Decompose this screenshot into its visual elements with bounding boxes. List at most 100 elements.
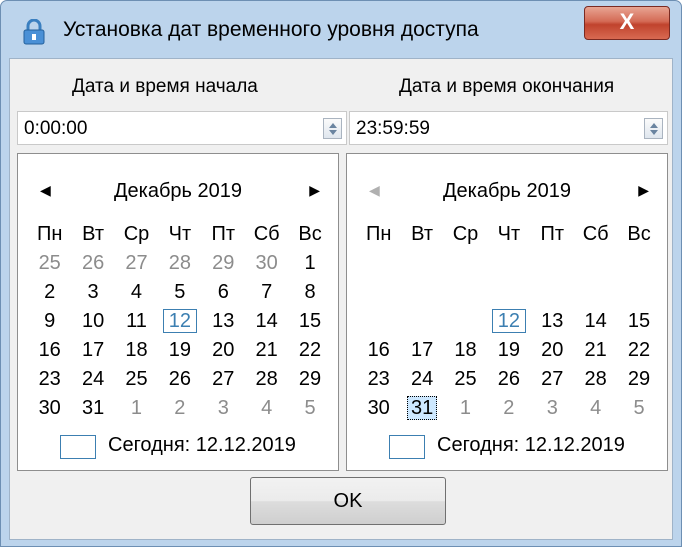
- weekday-label: Чт: [168, 223, 192, 245]
- day-cell[interactable]: 16: [28, 336, 71, 365]
- day-cell[interactable]: 17: [400, 336, 443, 365]
- day-cell[interactable]: 27: [531, 365, 574, 394]
- day-cell[interactable]: 11: [115, 307, 158, 336]
- start-time-spinner[interactable]: [323, 118, 342, 139]
- end-today-text[interactable]: Сегодня: 12.12.2019: [437, 434, 625, 457]
- day-cell[interactable]: 26: [71, 249, 114, 278]
- empty-day-cell: [531, 278, 574, 307]
- day-cell[interactable]: 22: [288, 336, 331, 365]
- end-time-value[interactable]: 23:59:59: [356, 118, 430, 140]
- day-number: 3: [546, 397, 558, 419]
- day-cell[interactable]: 29: [202, 249, 245, 278]
- day-number: 27: [541, 368, 564, 390]
- empty-day-cell: [617, 249, 660, 278]
- day-number: 19: [168, 339, 191, 361]
- day-cell[interactable]: 15: [617, 307, 660, 336]
- day-cell[interactable]: 19: [158, 336, 201, 365]
- day-cell[interactable]: 24: [400, 365, 443, 394]
- day-cell[interactable]: 18: [115, 336, 158, 365]
- day-cell[interactable]: 13: [202, 307, 245, 336]
- day-cell[interactable]: 16: [357, 336, 400, 365]
- day-cell[interactable]: 12: [158, 307, 201, 336]
- day-number: 5: [304, 397, 316, 419]
- start-time-field[interactable]: 0:00:00: [17, 111, 347, 145]
- day-number: 27: [125, 252, 148, 274]
- day-number: 16: [367, 339, 390, 361]
- end-time-field[interactable]: 23:59:59: [349, 111, 668, 145]
- week-row: [357, 249, 661, 278]
- day-cell[interactable]: 7: [245, 278, 288, 307]
- dialog-body: Дата и время начала 0:00:00 ◀ Декабрь 20…: [9, 58, 673, 540]
- ok-button[interactable]: OK: [250, 477, 446, 525]
- empty-day-cell: [531, 249, 574, 278]
- day-cell[interactable]: 10: [71, 307, 114, 336]
- day-cell[interactable]: 25: [28, 249, 71, 278]
- day-cell[interactable]: 8: [288, 278, 331, 307]
- day-cell[interactable]: 1: [288, 249, 331, 278]
- close-button[interactable]: X: [584, 6, 670, 40]
- day-cell[interactable]: 22: [617, 336, 660, 365]
- start-today-text[interactable]: Сегодня: 12.12.2019: [108, 434, 296, 457]
- end-time-spinner[interactable]: [644, 118, 663, 139]
- day-cell[interactable]: 23: [28, 365, 71, 394]
- day-cell[interactable]: 28: [574, 365, 617, 394]
- day-cell[interactable]: 4: [115, 278, 158, 307]
- window-title: Установка дат временного уровня доступа: [63, 18, 479, 41]
- end-next-month-icon[interactable]: ▶: [638, 182, 649, 199]
- day-cell[interactable]: 9: [28, 307, 71, 336]
- day-cell[interactable]: 2: [28, 278, 71, 307]
- day-cell[interactable]: 24: [71, 365, 114, 394]
- day-cell[interactable]: 2: [158, 394, 201, 423]
- day-cell[interactable]: 14: [245, 307, 288, 336]
- start-month-label[interactable]: Декабрь 2019: [18, 180, 338, 203]
- day-cell[interactable]: 31: [71, 394, 114, 423]
- start-time-value[interactable]: 0:00:00: [24, 118, 87, 140]
- day-cell[interactable]: 27: [115, 249, 158, 278]
- end-calendar[interactable]: ◀ Декабрь 2019 ▶ Пн Вт Ср Чт Пт Сб Вс 12…: [346, 153, 668, 471]
- day-cell[interactable]: 20: [202, 336, 245, 365]
- day-cell[interactable]: 17: [71, 336, 114, 365]
- day-cell[interactable]: 28: [158, 249, 201, 278]
- day-cell[interactable]: 19: [487, 336, 530, 365]
- day-number: 28: [584, 368, 607, 390]
- day-cell[interactable]: 29: [288, 365, 331, 394]
- day-cell[interactable]: 12: [487, 307, 530, 336]
- day-cell[interactable]: 25: [444, 365, 487, 394]
- day-cell[interactable]: 5: [617, 394, 660, 423]
- day-cell[interactable]: 5: [158, 278, 201, 307]
- day-cell[interactable]: 30: [357, 394, 400, 423]
- day-cell[interactable]: 3: [531, 394, 574, 423]
- day-cell[interactable]: 31: [400, 394, 443, 423]
- day-cell[interactable]: 14: [574, 307, 617, 336]
- day-cell[interactable]: 20: [531, 336, 574, 365]
- start-next-month-icon[interactable]: ▶: [309, 182, 320, 199]
- day-cell[interactable]: 27: [202, 365, 245, 394]
- day-cell[interactable]: 26: [487, 365, 530, 394]
- day-cell[interactable]: 6: [202, 278, 245, 307]
- day-cell[interactable]: 29: [617, 365, 660, 394]
- day-cell[interactable]: 26: [158, 365, 201, 394]
- day-cell[interactable]: 25: [115, 365, 158, 394]
- day-cell[interactable]: 28: [245, 365, 288, 394]
- day-cell[interactable]: 1: [444, 394, 487, 423]
- end-month-label[interactable]: Декабрь 2019: [347, 180, 667, 203]
- day-cell[interactable]: 23: [357, 365, 400, 394]
- day-cell[interactable]: 18: [444, 336, 487, 365]
- day-cell[interactable]: 1: [115, 394, 158, 423]
- day-cell[interactable]: 3: [71, 278, 114, 307]
- day-cell[interactable]: 13: [531, 307, 574, 336]
- day-cell[interactable]: 4: [245, 394, 288, 423]
- day-cell[interactable]: 5: [288, 394, 331, 423]
- day-cell[interactable]: 2: [487, 394, 530, 423]
- day-cell[interactable]: 30: [28, 394, 71, 423]
- day-cell[interactable]: 4: [574, 394, 617, 423]
- day-number: 27: [212, 368, 235, 390]
- day-cell[interactable]: 15: [288, 307, 331, 336]
- day-number: 4: [130, 281, 143, 303]
- title-bar[interactable]: Установка дат временного уровня доступа …: [1, 1, 681, 59]
- day-cell[interactable]: 21: [245, 336, 288, 365]
- start-calendar[interactable]: ◀ Декабрь 2019 ▶ Пн Вт Ср Чт Пт Сб Вс 25…: [17, 153, 339, 471]
- day-cell[interactable]: 30: [245, 249, 288, 278]
- day-cell[interactable]: 21: [574, 336, 617, 365]
- day-cell[interactable]: 3: [202, 394, 245, 423]
